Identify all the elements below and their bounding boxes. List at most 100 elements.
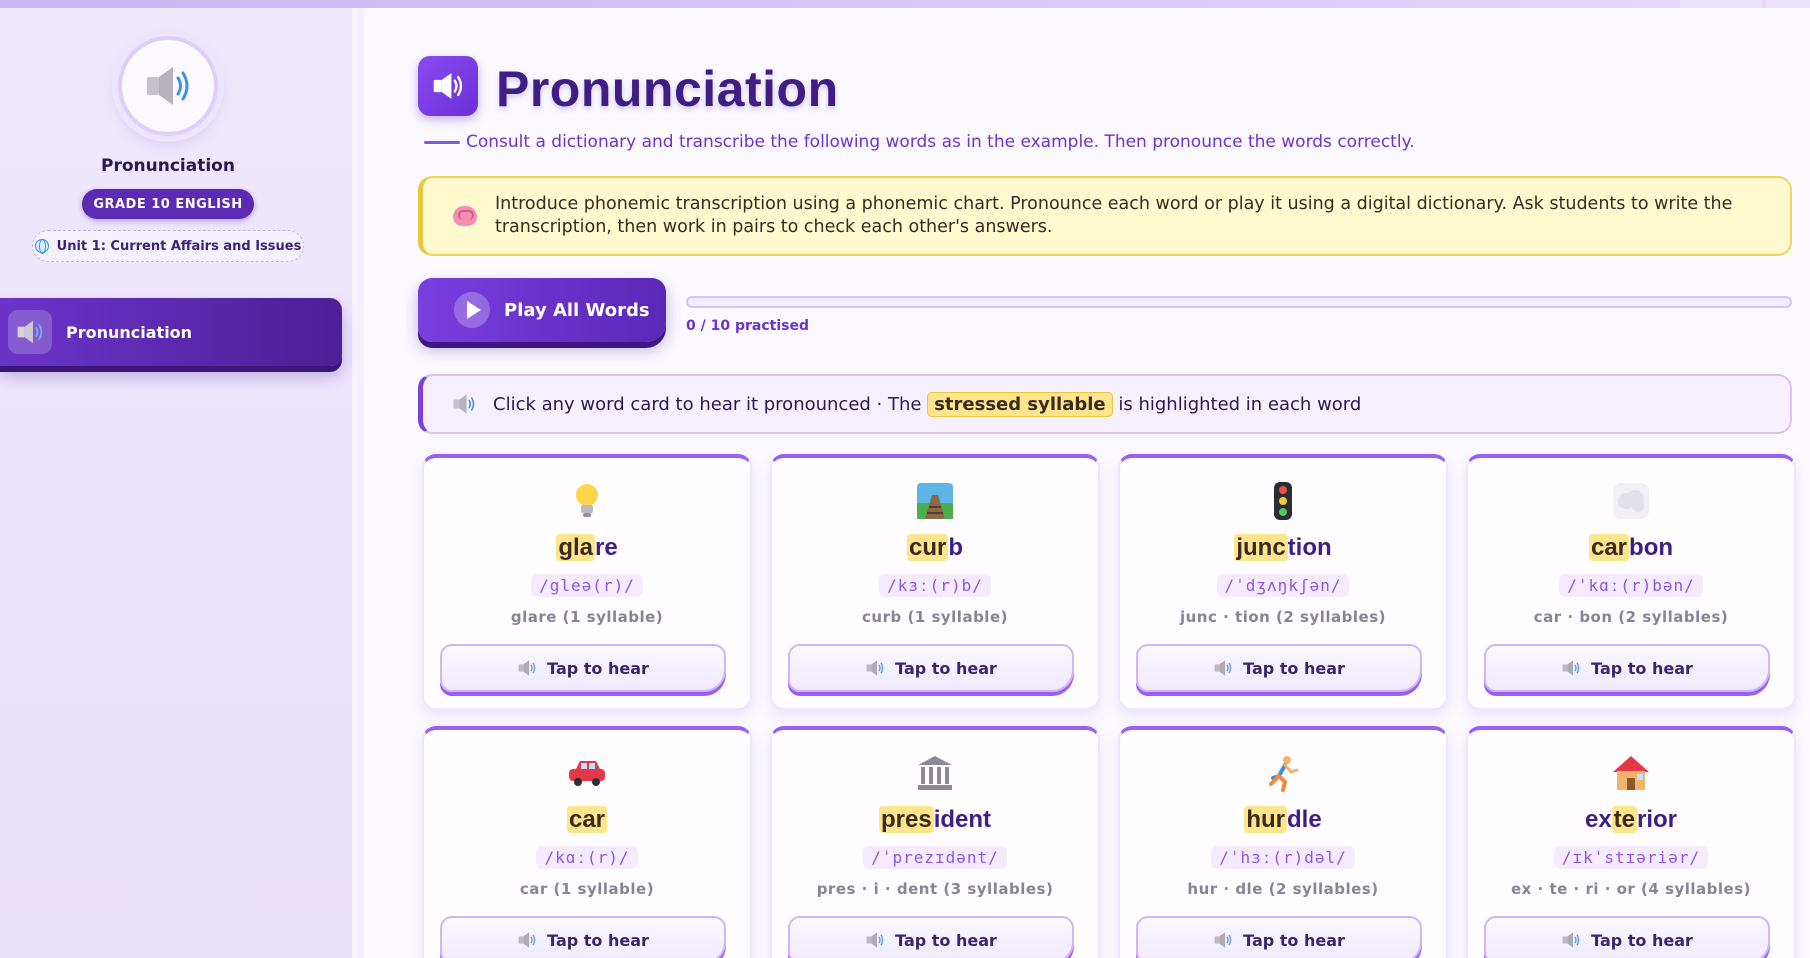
syllable: ident <box>933 806 992 833</box>
word-text: car <box>424 806 750 834</box>
speaker-icon <box>866 660 884 676</box>
speaker-icon <box>1562 660 1580 676</box>
bank-icon <box>772 752 1098 794</box>
railway-icon <box>772 480 1098 522</box>
stressed-syllable: te <box>1611 806 1638 833</box>
word-text: glare <box>424 534 750 562</box>
stressed-syllable: junc <box>1234 534 1288 561</box>
word-text: carbon <box>1468 534 1794 562</box>
traffic-light-icon <box>1120 480 1446 522</box>
car-icon <box>424 752 750 794</box>
word-text: president <box>772 806 1098 834</box>
ipa-transcription: /kɜː(r)b/ <box>879 574 991 597</box>
stressed-syllable: cur <box>906 534 949 561</box>
tap-to-hear-button[interactable]: Tap to hear <box>440 916 726 958</box>
syllable-breakdown: hur · dle (2 syllables) <box>1187 880 1379 898</box>
brain-icon <box>453 206 477 226</box>
globe-icon <box>34 239 49 254</box>
speaker-icon <box>866 932 884 948</box>
tap-to-hear-label: Tap to hear <box>1243 930 1345 950</box>
ipa-transcription: /gleə(r)/ <box>531 574 643 597</box>
house-icon <box>1468 752 1794 794</box>
word-card[interactable]: hurdle/ˈhɜː(r)dəl/hur · dle (2 syllables… <box>1118 726 1448 958</box>
word-text: junction <box>1120 534 1446 562</box>
hint-box: Click any word card to hear it pronounce… <box>418 374 1792 434</box>
play-all-button[interactable]: Play All Words <box>418 278 666 342</box>
progress-text: 0 / 10 practised <box>686 318 809 334</box>
word-card[interactable]: car/kɑː(r)/ car (1 syllable) Tap to hear <box>422 726 752 958</box>
tip-text: Introduce phonemic transcription using a… <box>495 194 1733 237</box>
tap-to-hear-label: Tap to hear <box>1243 658 1345 678</box>
stressed-syllable: hur <box>1244 806 1287 833</box>
ipa-transcription: /ˈprezɪdənt/ <box>863 846 1007 869</box>
syllable: ex <box>1584 806 1612 833</box>
page-title: Pronunciation <box>496 61 839 117</box>
word-card[interactable]: curb/kɜː(r)b/curb (1 syllable) Tap to hea… <box>770 454 1100 710</box>
tap-to-hear-label: Tap to hear <box>547 658 649 678</box>
word-card[interactable]: junction/ˈdʒʌŋkʃən/junc · tion (2 syllab… <box>1118 454 1448 710</box>
sidebar-title: Pronunciation <box>101 156 235 176</box>
syllable-breakdown: car (1 syllable) <box>519 880 655 898</box>
ipa-transcription: /ˈdʒʌŋkʃən/ <box>1216 574 1350 597</box>
tap-to-hear-button[interactable]: Tap to hear <box>1136 644 1422 692</box>
syllable-breakdown: glare (1 syllable) <box>510 608 664 626</box>
grade-badge: GRADE 10 ENGLISH <box>82 189 254 219</box>
tap-to-hear-button[interactable]: Tap to hear <box>1484 644 1770 692</box>
speaker-icon <box>418 56 478 116</box>
syllable: dle <box>1286 806 1322 833</box>
stressed-syllable: gla <box>556 534 595 561</box>
speaker-icon <box>1214 932 1232 948</box>
ipa-transcription: /ˈhɜː(r)dəl/ <box>1211 846 1355 869</box>
ipa-transcription: /ˈkɑː(r)bən/ <box>1559 574 1703 597</box>
speaker-icon <box>8 310 52 354</box>
teacher-tip: Introduce phonemic transcription using a… <box>418 176 1792 256</box>
tap-to-hear-button[interactable]: Tap to hear <box>788 644 1074 692</box>
sidebar-item-pronunciation[interactable]: Pronunciation <box>0 298 342 366</box>
tap-to-hear-label: Tap to hear <box>895 930 997 950</box>
subtitle-divider <box>424 141 460 144</box>
tap-to-hear-button[interactable]: Tap to hear <box>1136 916 1422 958</box>
unit-chip: Unit 1: Current Affairs and Issues <box>32 230 304 262</box>
play-all-label: Play All Words <box>504 299 650 321</box>
syllable: re <box>595 534 618 561</box>
sidebar: Pronunciation GRADE 10 ENGLISH Unit 1: C… <box>0 8 358 958</box>
runner-icon <box>1120 752 1446 794</box>
syllable: b <box>948 534 964 561</box>
main-content: Pronunciation Consult a dictionary and t… <box>364 8 1810 958</box>
tap-to-hear-label: Tap to hear <box>895 658 997 678</box>
syllable: bon <box>1629 534 1674 561</box>
speaker-icon <box>453 394 475 414</box>
syllable-breakdown: curb (1 syllable) <box>862 608 1008 626</box>
play-icon <box>454 292 490 328</box>
tap-to-hear-button[interactable]: Tap to hear <box>1484 916 1770 958</box>
word-card[interactable]: exterior/ɪkˈstɪəriər/ex · te · ri · or (… <box>1466 726 1796 958</box>
word-card[interactable]: president/ˈprezɪdənt/pres · i · dent (3 … <box>770 726 1100 958</box>
word-text: curb <box>772 534 1098 562</box>
stressed-syllable: car <box>566 806 608 833</box>
syllable-breakdown: junc · tion (2 syllables) <box>1179 608 1386 626</box>
word-text: exterior <box>1468 806 1794 834</box>
progress-bar <box>686 296 1792 308</box>
speaker-icon <box>147 67 189 105</box>
tap-to-hear-button[interactable]: Tap to hear <box>788 916 1074 958</box>
speaker-icon <box>518 932 536 948</box>
stressed-syllable: pres <box>878 806 934 833</box>
logo <box>118 36 218 136</box>
unit-label: Unit 1: Current Affairs and Issues <box>56 238 302 254</box>
speaker-icon <box>518 660 536 676</box>
speaker-icon <box>1562 932 1580 948</box>
word-text: hurdle <box>1120 806 1446 834</box>
word-card[interactable]: carbon/ˈkɑː(r)bən/car · bon (2 syllables… <box>1466 454 1796 710</box>
sidebar-item-label: Pronunciation <box>66 322 193 342</box>
tap-to-hear-button[interactable]: Tap to hear <box>440 644 726 692</box>
tap-to-hear-label: Tap to hear <box>1591 930 1693 950</box>
hint-text: Click any word card to hear it pronounce… <box>493 391 1362 417</box>
tap-to-hear-label: Tap to hear <box>1591 658 1693 678</box>
stressed-syllable-chip: stressed syllable <box>927 391 1113 417</box>
stressed-syllable: car <box>1588 534 1630 561</box>
instructions: Consult a dictionary and transcribe the … <box>466 132 1415 152</box>
speaker-icon <box>1214 660 1232 676</box>
word-card[interactable]: glare/gleə(r)/ glare (1 syllable) Tap to h… <box>422 454 752 710</box>
top-accent-bar <box>0 0 1810 8</box>
syllable-breakdown: ex · te · ri · or (4 syllables) <box>1510 880 1752 898</box>
